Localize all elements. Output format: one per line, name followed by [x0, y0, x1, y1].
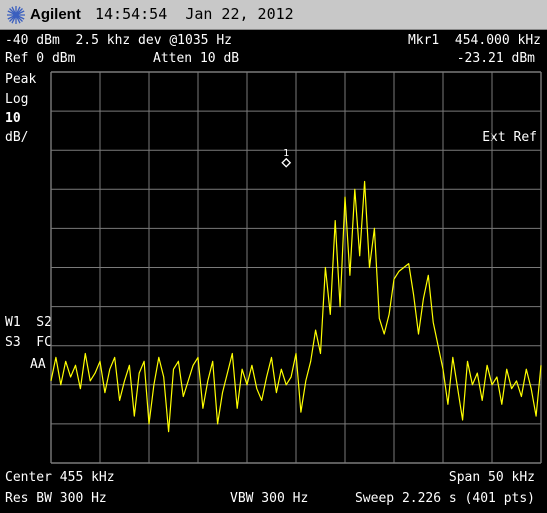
frequency-span: Span 50 kHz: [448, 470, 535, 485]
analyzer-screen: -40 dBm 2.5 khz dev @1035 Hz Mkr1 454.00…: [0, 30, 547, 513]
title-bar: Agilent 14:54:54 Jan 22, 2012: [0, 0, 547, 30]
marker-number: 1: [283, 148, 289, 159]
graticule: [50, 71, 542, 464]
resolution-bandwidth: Res BW 300 Hz: [5, 491, 107, 506]
marker-1: 1: [281, 148, 292, 168]
date-label: Jan 22, 2012: [185, 5, 294, 23]
sweep-time: Sweep 2.226 s (401 pts): [354, 491, 535, 506]
timestamp: 14:54:54 Jan 22, 2012: [95, 5, 294, 23]
center-frequency: Center 455 kHz: [5, 470, 115, 485]
spectrum-plot: 1: [50, 71, 542, 464]
agilent-spark-icon: [7, 6, 25, 24]
brand-label: Agilent: [30, 6, 81, 23]
video-bandwidth: VBW 300 Hz: [230, 491, 309, 506]
marker-diamond-icon: [281, 157, 292, 168]
time-label: 14:54:54: [95, 5, 168, 23]
